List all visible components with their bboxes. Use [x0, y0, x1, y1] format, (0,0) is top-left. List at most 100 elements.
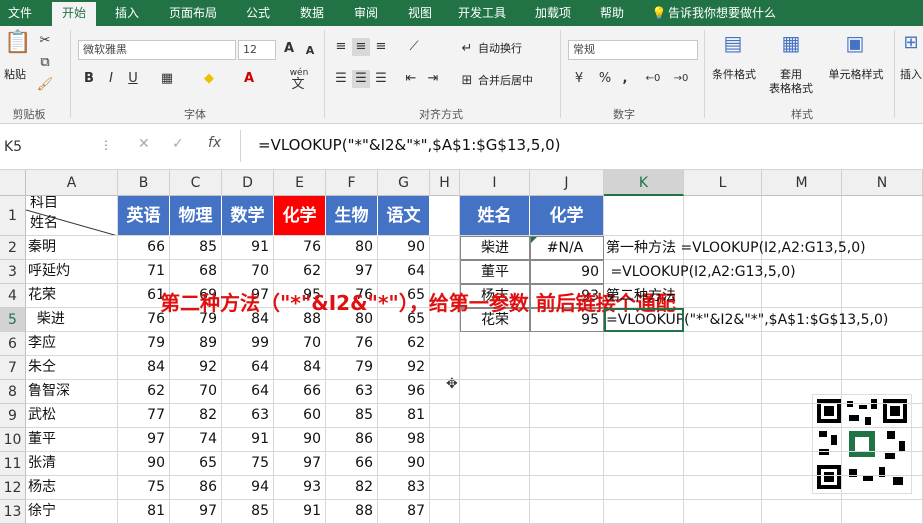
score-cell[interactable]: 64: [222, 356, 274, 380]
score-cell[interactable]: 86: [170, 476, 222, 500]
note-text-k2[interactable]: 第一种方法 =VLOOKUP(I2,A2:G13,5,0): [606, 236, 923, 260]
font-color-button[interactable]: A: [240, 70, 258, 88]
grid-cell[interactable]: [604, 404, 684, 428]
row-header-10[interactable]: 10: [0, 428, 26, 452]
name-cell[interactable]: 李应: [26, 332, 118, 356]
grid-cell[interactable]: [762, 428, 842, 452]
shrink-font-icon[interactable]: A: [302, 42, 318, 60]
grid-cell[interactable]: [762, 404, 842, 428]
row-header-11[interactable]: 11: [0, 452, 26, 476]
score-cell[interactable]: 85: [170, 236, 222, 260]
name-cell[interactable]: 杨志: [26, 476, 118, 500]
grid-cell[interactable]: [430, 236, 460, 260]
select-all-corner[interactable]: [0, 170, 26, 196]
lookup-header-name[interactable]: 姓名: [460, 196, 530, 236]
name-cell[interactable]: 秦明: [26, 236, 118, 260]
score-cell[interactable]: 75: [118, 476, 170, 500]
score-cell[interactable]: 82: [170, 404, 222, 428]
name-cell[interactable]: 呼延灼: [26, 260, 118, 284]
score-cell[interactable]: 62: [274, 260, 326, 284]
score-cell[interactable]: 96: [378, 380, 430, 404]
score-cell[interactable]: 97: [274, 452, 326, 476]
name-cell[interactable]: 花荣: [26, 284, 118, 308]
score-cell[interactable]: 94: [222, 476, 274, 500]
grid-cell[interactable]: [460, 380, 530, 404]
grid-cell[interactable]: [604, 356, 684, 380]
score-cell[interactable]: 76: [326, 332, 378, 356]
merge-center-icon[interactable]: ⊞: [458, 72, 476, 90]
grid-cell[interactable]: [430, 380, 460, 404]
paste-button[interactable]: 粘贴: [2, 68, 28, 82]
note-text-k4[interactable]: 第二种方法: [606, 284, 923, 308]
underline-button[interactable]: U: [124, 70, 142, 88]
row-header-7[interactable]: 7: [0, 356, 26, 380]
grid-cell[interactable]: [842, 452, 923, 476]
grid-cell[interactable]: [842, 196, 923, 236]
grid-cell[interactable]: [842, 404, 923, 428]
conditional-format-button[interactable]: 条件格式: [706, 68, 762, 82]
column-header-n[interactable]: N: [842, 170, 923, 196]
grid-cell[interactable]: [460, 452, 530, 476]
name-cell[interactable]: 朱仝: [26, 356, 118, 380]
score-cell[interactable]: 60: [274, 404, 326, 428]
row-header-6[interactable]: 6: [0, 332, 26, 356]
score-cell[interactable]: 81: [378, 404, 430, 428]
grid-cell[interactable]: [430, 196, 460, 236]
grid-cell[interactable]: [604, 332, 684, 356]
score-cell[interactable]: 70: [170, 380, 222, 404]
decrease-decimal-button[interactable]: →0: [668, 70, 694, 88]
grid-cell[interactable]: [842, 332, 923, 356]
score-cell[interactable]: 74: [170, 428, 222, 452]
align-center-icon[interactable]: ☰: [352, 70, 370, 88]
score-cell[interactable]: 92: [170, 356, 222, 380]
name-cell[interactable]: 柴进: [26, 308, 118, 332]
score-cell[interactable]: 70: [274, 332, 326, 356]
score-cell[interactable]: 66: [118, 236, 170, 260]
grid-cell[interactable]: [684, 332, 762, 356]
column-header-i[interactable]: I: [460, 170, 530, 196]
column-header-g[interactable]: G: [378, 170, 430, 196]
score-cell[interactable]: 90: [378, 236, 430, 260]
lookup-chem-cell[interactable]: 90: [530, 260, 604, 284]
score-cell[interactable]: 97: [326, 260, 378, 284]
score-cell[interactable]: 97: [118, 428, 170, 452]
column-header-j[interactable]: J: [530, 170, 604, 196]
row-header-9[interactable]: 9: [0, 404, 26, 428]
score-cell[interactable]: 83: [378, 476, 430, 500]
score-cell[interactable]: 76: [274, 236, 326, 260]
grid-cell[interactable]: [530, 428, 604, 452]
score-cell[interactable]: 62: [378, 332, 430, 356]
table-header-3[interactable]: 数学: [222, 196, 274, 236]
grid-cell[interactable]: [604, 476, 684, 500]
grid-cell[interactable]: [604, 428, 684, 452]
fill-color-icon[interactable]: ◆: [200, 70, 218, 88]
font-name-select[interactable]: 微软雅黑: [78, 40, 236, 60]
table-header-5[interactable]: 生物: [326, 196, 378, 236]
name-cell[interactable]: 鲁智深: [26, 380, 118, 404]
column-header-d[interactable]: D: [222, 170, 274, 196]
score-cell[interactable]: 80: [326, 236, 378, 260]
grid-cell[interactable]: [762, 332, 842, 356]
wrap-text-button[interactable]: 自动换行: [478, 42, 538, 56]
align-right-icon[interactable]: ☰: [372, 70, 390, 88]
score-cell[interactable]: 70: [222, 260, 274, 284]
insert-cells-button[interactable]: 插入: [900, 68, 923, 82]
score-cell[interactable]: 66: [326, 452, 378, 476]
align-middle-icon[interactable]: ≡: [352, 38, 370, 56]
cell-styles-icon[interactable]: ▣: [840, 33, 870, 62]
grid-cell[interactable]: [684, 356, 762, 380]
tab-addins[interactable]: 加载项: [528, 0, 578, 26]
score-cell[interactable]: 98: [378, 428, 430, 452]
score-cell[interactable]: 66: [274, 380, 326, 404]
column-header-l[interactable]: L: [684, 170, 762, 196]
grid-cell[interactable]: [762, 356, 842, 380]
tab-data[interactable]: 数据: [290, 0, 334, 26]
borders-icon[interactable]: ▦: [158, 70, 176, 88]
grid-cell[interactable]: [842, 476, 923, 500]
conditional-format-icon[interactable]: ▤: [718, 33, 748, 62]
merge-center-button[interactable]: 合并后居中: [478, 74, 548, 88]
formula-input[interactable]: =VLOOKUP("*"&I2&"*",$A$1:$G$13,5,0): [258, 136, 858, 154]
grid-cell[interactable]: [684, 196, 762, 236]
grid-cell[interactable]: [604, 196, 684, 236]
name-box[interactable]: K5: [2, 136, 98, 158]
